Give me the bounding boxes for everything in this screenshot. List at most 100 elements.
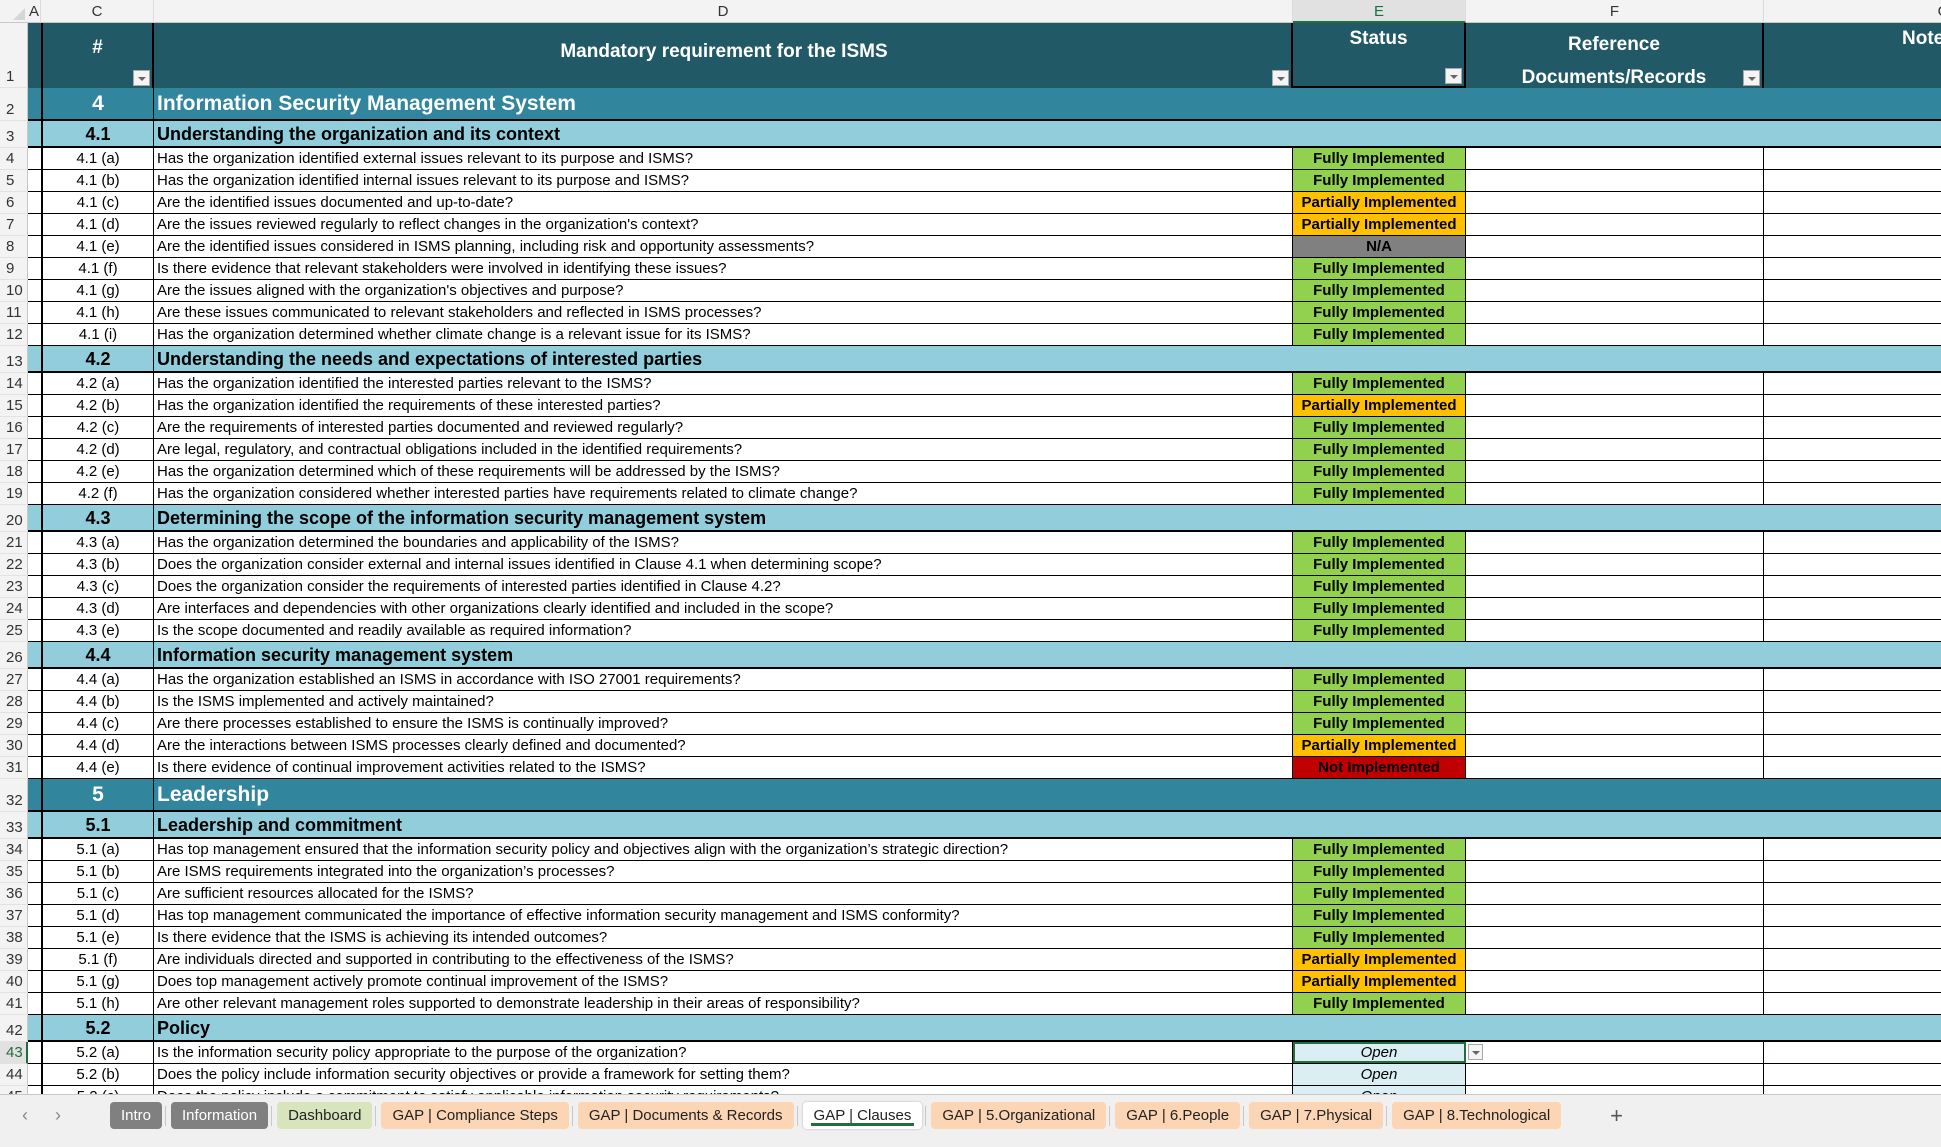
- reference-cell[interactable]: [1466, 691, 1764, 712]
- reference-cell[interactable]: [1466, 302, 1764, 323]
- requirement-text[interactable]: Has the organization considered whether …: [154, 483, 1293, 504]
- row-number[interactable]: 26: [0, 642, 28, 669]
- requirement-text[interactable]: Are individuals directed and supported i…: [154, 949, 1293, 970]
- column-header-f[interactable]: F: [1466, 0, 1764, 23]
- clause-number[interactable]: 5.2 (c): [41, 1086, 154, 1094]
- status-cell[interactable]: Fully Implemented: [1293, 993, 1466, 1014]
- status-cell[interactable]: Fully Implemented: [1293, 170, 1466, 191]
- row-number[interactable]: 6: [0, 192, 28, 214]
- section-title[interactable]: Understanding the needs and expectations…: [154, 346, 1293, 371]
- requirement-text[interactable]: Has the organization identified the inte…: [154, 373, 1293, 394]
- section-title[interactable]: Leadership and commitment: [154, 812, 1293, 837]
- row-number[interactable]: 20: [0, 505, 28, 532]
- clause-number[interactable]: 4.2 (b): [41, 395, 154, 416]
- notes-cell[interactable]: [1764, 949, 1941, 970]
- requirement-text[interactable]: Does the organization consider the requi…: [154, 576, 1293, 597]
- notes-cell[interactable]: [1764, 324, 1941, 345]
- clause-number[interactable]: 5.1 (b): [41, 861, 154, 882]
- filter-dropdown-icon[interactable]: [1743, 70, 1760, 86]
- requirement-text[interactable]: Is the ISMS implemented and actively mai…: [154, 691, 1293, 712]
- requirement-text[interactable]: Are there processes established to ensur…: [154, 713, 1293, 734]
- status-cell[interactable]: Open: [1293, 1086, 1466, 1094]
- section-title[interactable]: Leadership: [154, 779, 1293, 810]
- notes-cell[interactable]: [1764, 905, 1941, 926]
- row-number[interactable]: 36: [0, 883, 28, 905]
- requirement-text[interactable]: Has the organization identified external…: [154, 148, 1293, 169]
- notes-cell[interactable]: [1764, 417, 1941, 438]
- notes-cell[interactable]: [1764, 1064, 1941, 1085]
- status-cell[interactable]: Fully Implemented: [1293, 439, 1466, 460]
- requirement-text[interactable]: Are the identified issues documented and…: [154, 192, 1293, 213]
- clause-number[interactable]: 4.2: [41, 346, 154, 371]
- row-number[interactable]: 8: [0, 236, 28, 258]
- row-number[interactable]: 5: [0, 170, 28, 192]
- clause-number[interactable]: 4.1: [41, 121, 154, 146]
- row-number[interactable]: 17: [0, 439, 28, 461]
- requirement-text[interactable]: Does the policy include information secu…: [154, 1064, 1293, 1085]
- notes-cell[interactable]: [1764, 192, 1941, 213]
- status-cell[interactable]: Fully Implemented: [1293, 483, 1466, 504]
- notes-cell[interactable]: [1764, 620, 1941, 641]
- status-cell[interactable]: Fully Implemented: [1293, 839, 1466, 860]
- notes-cell[interactable]: [1764, 839, 1941, 860]
- status-cell[interactable]: Fully Implemented: [1293, 373, 1466, 394]
- requirement-text[interactable]: Are interfaces and dependencies with oth…: [154, 598, 1293, 619]
- row-number[interactable]: 10: [0, 280, 28, 302]
- reference-cell[interactable]: [1466, 839, 1764, 860]
- row-number[interactable]: 22: [0, 554, 28, 576]
- row-number[interactable]: 4: [0, 148, 28, 170]
- status-cell[interactable]: Fully Implemented: [1293, 598, 1466, 619]
- row-number[interactable]: 29: [0, 713, 28, 735]
- requirement-text[interactable]: Are the issues aligned with the organiza…: [154, 280, 1293, 301]
- notes-cell[interactable]: [1764, 236, 1941, 257]
- status-cell[interactable]: Fully Implemented: [1293, 861, 1466, 882]
- row-number[interactable]: 9: [0, 258, 28, 280]
- clause-number[interactable]: 4.4 (e): [41, 757, 154, 778]
- section-title[interactable]: Policy: [154, 1015, 1293, 1040]
- row-number[interactable]: 44: [0, 1064, 28, 1086]
- clause-number[interactable]: 5.1 (d): [41, 905, 154, 926]
- row-number[interactable]: 42: [0, 1015, 28, 1042]
- status-cell[interactable]: Partially Implemented: [1293, 395, 1466, 416]
- reference-cell[interactable]: [1466, 576, 1764, 597]
- clause-number[interactable]: 4.1 (f): [41, 258, 154, 279]
- status-cell[interactable]: Fully Implemented: [1293, 620, 1466, 641]
- clause-number[interactable]: 4.1 (c): [41, 192, 154, 213]
- sheet-tab[interactable]: GAP | Compliance Steps: [375, 1102, 569, 1129]
- reference-cell[interactable]: [1466, 861, 1764, 882]
- reference-cell[interactable]: [1466, 598, 1764, 619]
- clause-number[interactable]: 4.1 (g): [41, 280, 154, 301]
- reference-cell[interactable]: [1466, 757, 1764, 778]
- clause-number[interactable]: 4.4 (c): [41, 713, 154, 734]
- requirement-text[interactable]: Is there evidence of continual improveme…: [154, 757, 1293, 778]
- status-cell[interactable]: Fully Implemented: [1293, 302, 1466, 323]
- status-cell[interactable]: Fully Implemented: [1293, 883, 1466, 904]
- clause-number[interactable]: 5.2: [41, 1015, 154, 1040]
- reference-cell[interactable]: [1466, 236, 1764, 257]
- clause-number[interactable]: 5: [41, 779, 154, 810]
- reference-cell[interactable]: [1466, 148, 1764, 169]
- add-sheet-button[interactable]: +: [1610, 1103, 1623, 1129]
- reference-cell[interactable]: [1466, 280, 1764, 301]
- row-number[interactable]: 21: [0, 532, 28, 554]
- notes-cell[interactable]: [1764, 280, 1941, 301]
- status-cell[interactable]: Partially Implemented: [1293, 735, 1466, 756]
- status-cell[interactable]: Fully Implemented: [1293, 669, 1466, 690]
- notes-cell[interactable]: [1764, 576, 1941, 597]
- column-header-d[interactable]: D: [154, 0, 1293, 23]
- row-number[interactable]: 16: [0, 417, 28, 439]
- clause-number[interactable]: 4.1 (e): [41, 236, 154, 257]
- clause-number[interactable]: 4.4 (d): [41, 735, 154, 756]
- requirement-text[interactable]: Does top management actively promote con…: [154, 971, 1293, 992]
- status-cell[interactable]: Fully Implemented: [1293, 927, 1466, 948]
- notes-cell[interactable]: [1764, 1086, 1941, 1094]
- notes-cell[interactable]: [1764, 861, 1941, 882]
- row-number[interactable]: 41: [0, 993, 28, 1015]
- notes-cell[interactable]: [1764, 302, 1941, 323]
- sheet-tab[interactable]: GAP | 5.Organizational: [925, 1102, 1107, 1129]
- spreadsheet-grid[interactable]: # Mandatory requirement for the ISMS Sta…: [28, 23, 1941, 1094]
- requirement-text[interactable]: Are ISMS requirements integrated into th…: [154, 861, 1293, 882]
- reference-cell[interactable]: [1466, 971, 1764, 992]
- notes-cell[interactable]: [1764, 395, 1941, 416]
- notes-cell[interactable]: [1764, 148, 1941, 169]
